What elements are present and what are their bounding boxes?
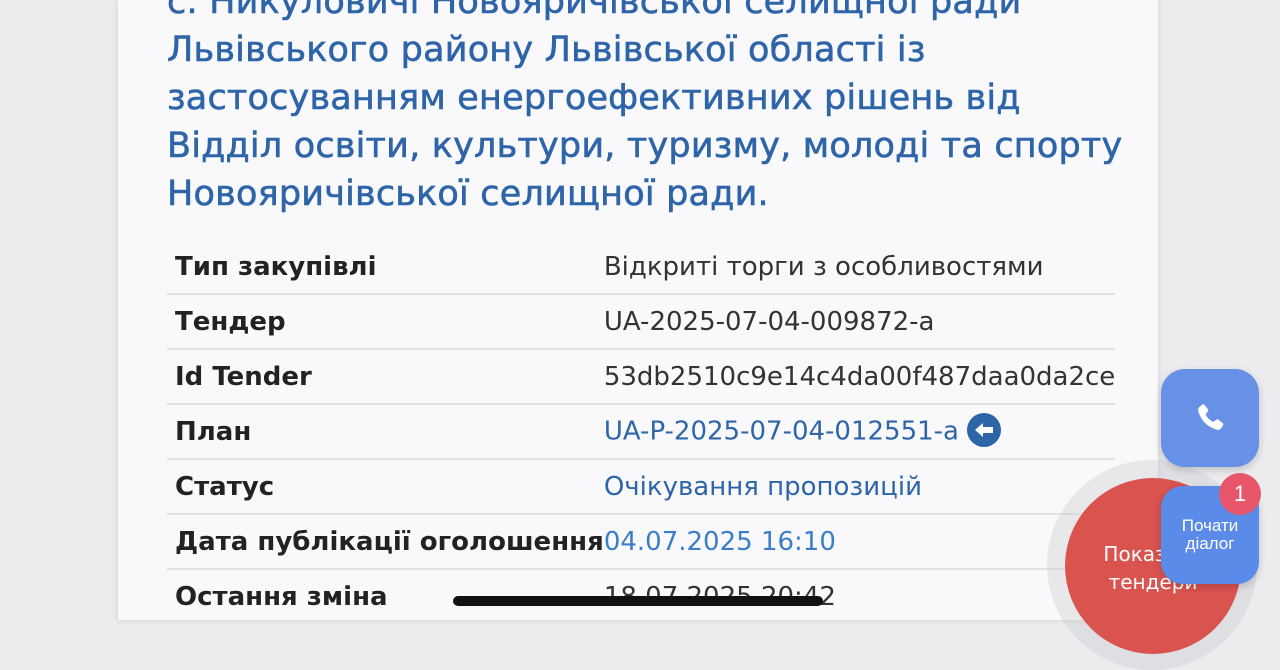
status-value[interactable]: Очікування пропозицій bbox=[604, 459, 1116, 514]
row-value: 04.07.2025 16:10 bbox=[603, 526, 836, 557]
tender-title-line: Львівського району Львівської області із bbox=[167, 30, 926, 71]
table-row-tender: Тендер UA-2025-07-04-009872-a bbox=[167, 294, 1116, 349]
arrow-left-circle-icon[interactable] bbox=[966, 412, 1001, 447]
table-row-procurement-type: Тип закупівлі Відкриті торги з особливос… bbox=[167, 240, 1116, 294]
notification-badge: 1 bbox=[1219, 473, 1261, 515]
plan-link[interactable]: UA-P-2025-07-04-012551-a bbox=[604, 416, 959, 446]
tender-title-line: Відділ освіти, культури, туризму, молоді… bbox=[167, 126, 1123, 167]
row-label: План bbox=[175, 416, 252, 447]
phone-icon bbox=[1198, 404, 1224, 430]
home-indicator bbox=[453, 596, 823, 606]
row-label: Id Tender bbox=[175, 361, 312, 392]
tender-info-table: Тип закупівлі Відкриті торги з особливос… bbox=[167, 240, 1116, 623]
row-label: Тип закупівлі bbox=[175, 251, 377, 282]
tender-title-line: Новояричівської селищної ради. bbox=[167, 174, 769, 215]
table-row-published-date: Дата публікації оголошення 04.07.2025 16… bbox=[167, 514, 1116, 569]
row-label: Дата публікації оголошення bbox=[175, 526, 604, 557]
table-row-status: Статус Очікування пропозицій bbox=[167, 459, 1116, 514]
tender-title-line: застосуванням енергоефективних рішень ві… bbox=[167, 78, 1021, 119]
call-button[interactable] bbox=[1161, 369, 1259, 467]
row-value: Відкриті торги з особливостями bbox=[603, 251, 1044, 282]
table-row-plan: План UA-P-2025-07-04-012551-a bbox=[167, 404, 1116, 459]
plan-value-cell: UA-P-2025-07-04-012551-a bbox=[604, 404, 1116, 459]
row-label: Тендер bbox=[175, 306, 286, 337]
tender-title-line: с. Никуловичі Новояричівської селищної р… bbox=[167, 0, 1022, 22]
start-dialog-label: Почати діалог bbox=[1181, 516, 1239, 553]
table-row-id-tender: Id Tender 53db2510c9e14c4da00f487daa0da2… bbox=[167, 349, 1116, 404]
row-label: Статус bbox=[175, 471, 275, 502]
tender-title: с. Никуловичі Новояричівської селищної р… bbox=[167, 0, 1157, 218]
row-value: UA-2025-07-04-009872-a bbox=[603, 306, 935, 337]
row-value: 53db2510c9e14c4da00f487daa0da2ce bbox=[603, 361, 1116, 392]
